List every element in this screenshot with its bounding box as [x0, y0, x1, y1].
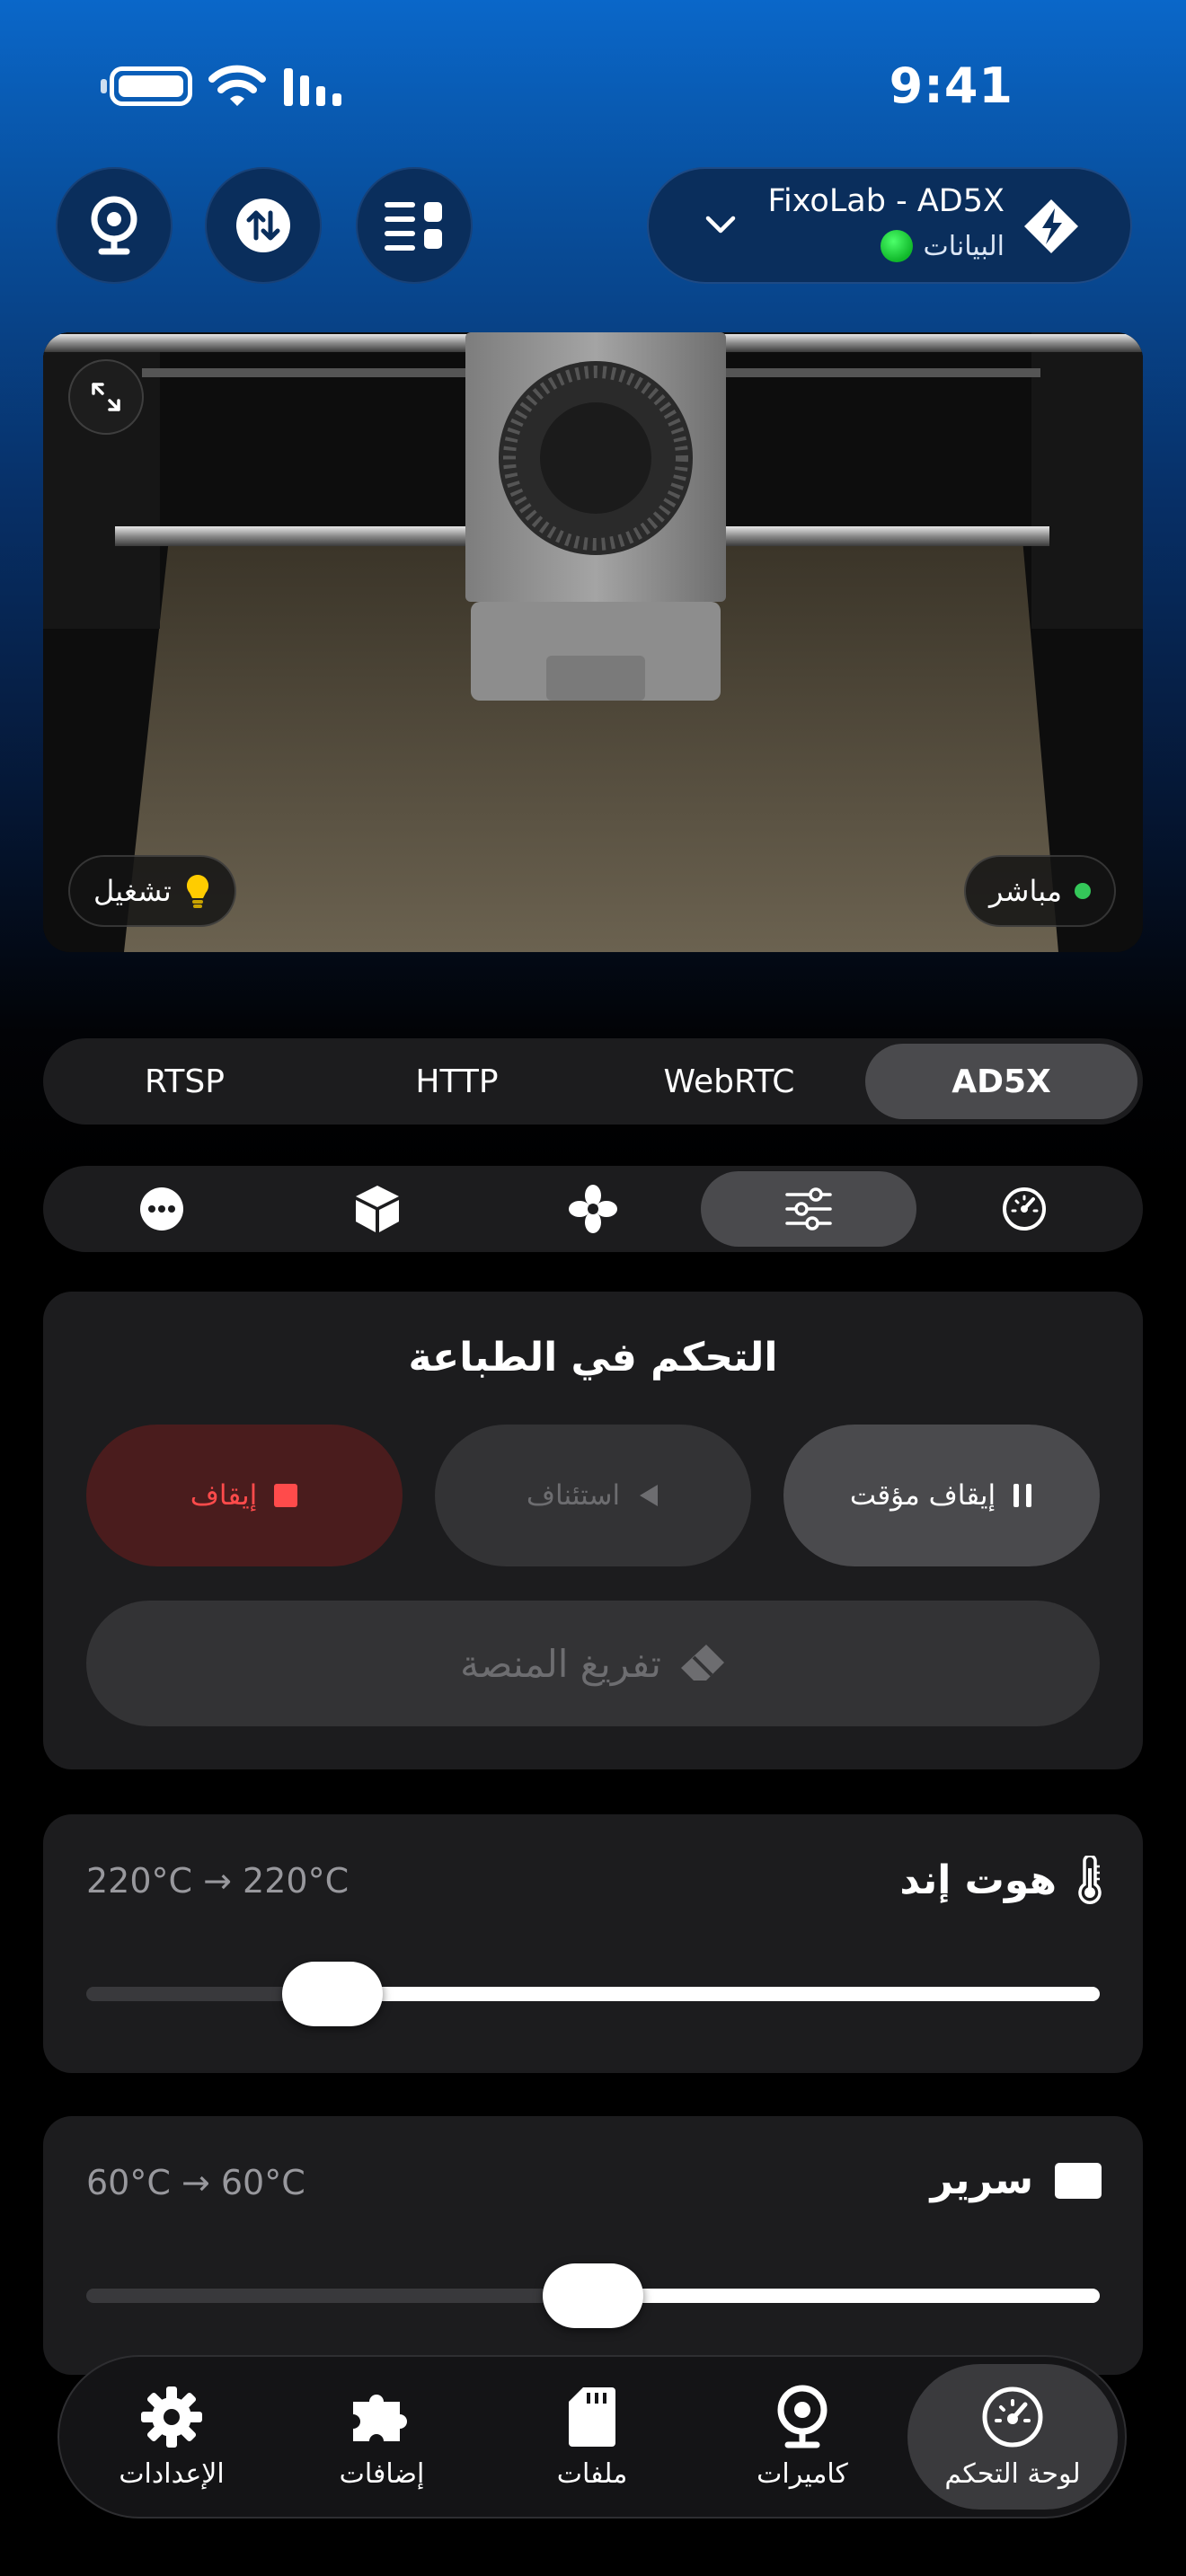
source-webrtc[interactable]: WebRTC — [593, 1044, 865, 1119]
nav-cameras-label: كاميرات — [757, 2457, 848, 2490]
webcam-button[interactable] — [56, 167, 173, 284]
nav-settings[interactable]: الإعدادات — [66, 2364, 277, 2510]
gauge-icon — [1003, 1187, 1046, 1231]
layout-button[interactable] — [356, 167, 473, 284]
source-http[interactable]: HTTP — [321, 1044, 593, 1119]
bed-value: 60°C → 60°C — [86, 2163, 305, 2202]
source-rtsp[interactable]: RTSP — [49, 1044, 321, 1119]
live-badge: مباشر — [963, 855, 1116, 927]
tab-gauge[interactable] — [916, 1171, 1132, 1247]
bed-icon — [1055, 2162, 1102, 2199]
nav-files-label: ملفات — [556, 2457, 628, 2490]
sd-card-icon — [569, 2386, 615, 2447]
more-icon — [140, 1187, 183, 1231]
print-control-card: التحكم في الطباعة إيقاف مؤقت استئناف إيق… — [43, 1292, 1143, 1769]
expand-icon — [92, 383, 120, 411]
box-icon — [356, 1186, 399, 1232]
hotend-value: 220°C → 220°C — [86, 1861, 350, 1901]
source-ad5x[interactable]: AD5X — [865, 1044, 1137, 1119]
bed-slider-fill — [593, 2289, 1100, 2303]
stop-label: إيقاف — [190, 1479, 258, 1512]
live-label: مباشر — [988, 874, 1062, 908]
puzzle-icon — [353, 2394, 407, 2441]
cellular-signal-icon — [284, 68, 341, 106]
pause-button[interactable]: إيقاف مؤقت — [783, 1425, 1100, 1566]
hotend-title: هوت إند — [899, 1856, 1103, 1904]
sliders-icon — [785, 1187, 832, 1231]
hotend-slider-thumb[interactable] — [282, 1962, 384, 2026]
printer-status: البيانات — [880, 230, 1005, 262]
battery-nub — [101, 79, 107, 93]
bed-slider[interactable] — [86, 2263, 1100, 2328]
light-label: تشغيل — [93, 874, 172, 908]
fan-icon — [569, 1185, 617, 1233]
gear-icon — [141, 2386, 202, 2448]
printer-status-label: البيانات — [923, 230, 1005, 262]
wifi-icon — [208, 65, 266, 106]
pause-label: إيقاف مؤقت — [849, 1479, 996, 1512]
eraser-icon — [680, 1645, 724, 1681]
clear-bed-label: تفريغ المنصة — [460, 1641, 661, 1686]
status-dot — [880, 230, 913, 262]
printer-name: FixoLab - AD5X — [767, 183, 1005, 219]
transfer-button[interactable] — [205, 167, 322, 284]
resume-label: استئناف — [526, 1479, 621, 1512]
webcam-icon — [777, 2385, 828, 2448]
stop-icon — [274, 1484, 298, 1507]
transfer-icon — [236, 198, 290, 252]
status-time: 9:41 — [889, 57, 1013, 114]
bed-label: سرير — [930, 2157, 1033, 2203]
camera-feed[interactable]: مباشر تشغيل — [43, 332, 1143, 952]
thermometer-icon — [1078, 1856, 1102, 1904]
chevron-down-icon — [705, 216, 736, 234]
live-dot — [1075, 883, 1091, 899]
clear-bed-button[interactable]: تفريغ المنصة — [86, 1601, 1100, 1726]
bed-title: سرير — [930, 2157, 1103, 2203]
printer-selector[interactable]: FixoLab - AD5X البيانات — [647, 167, 1132, 284]
gauge-icon — [982, 2386, 1043, 2447]
pause-icon — [1013, 1484, 1032, 1507]
bed-slider-thumb[interactable] — [543, 2263, 643, 2328]
fullscreen-button[interactable] — [68, 359, 144, 435]
tab-filament[interactable] — [270, 1171, 485, 1247]
control-tabs — [43, 1166, 1143, 1252]
light-toggle[interactable]: تشغيل — [68, 855, 236, 927]
hotend-label: هوت إند — [899, 1857, 1057, 1903]
nav-settings-label: الإعدادات — [119, 2457, 225, 2490]
camera-source-selector: AD5X WebRTC HTTP RTSP — [43, 1038, 1143, 1125]
nav-files[interactable]: ملفات — [487, 2364, 697, 2510]
resume-button[interactable]: استئناف — [435, 1425, 751, 1566]
nav-dashboard[interactable]: لوحة التحكم — [907, 2364, 1118, 2510]
lightbulb-icon — [186, 874, 208, 908]
nav-dashboard-label: لوحة التحكم — [944, 2457, 1081, 2490]
nav-plugins[interactable]: إضافات — [277, 2364, 487, 2510]
print-control-title: التحكم في الطباعة — [408, 1335, 778, 1381]
bottom-navigation: لوحة التحكم كاميرات ملفات إضافات الإعداد… — [58, 2355, 1127, 2519]
nav-plugins-label: إضافات — [339, 2457, 425, 2490]
flashforge-logo-icon — [1024, 199, 1078, 253]
tab-controls[interactable] — [701, 1171, 916, 1247]
battery-icon — [110, 66, 192, 106]
hotend-card: هوت إند 220°C → 220°C — [43, 1814, 1143, 2073]
tab-more[interactable] — [54, 1171, 270, 1247]
stop-button[interactable]: إيقاف — [86, 1425, 403, 1566]
hotend-slider-fill — [332, 1987, 1100, 2001]
hotend-slider[interactable] — [86, 1962, 1100, 2026]
nav-cameras[interactable]: كاميرات — [697, 2364, 907, 2510]
play-icon — [640, 1485, 659, 1506]
tab-fan[interactable] — [485, 1171, 701, 1247]
dashboard-layout-icon — [385, 202, 442, 251]
webcam-icon — [91, 196, 137, 255]
bed-card: سرير 60°C → 60°C — [43, 2116, 1143, 2375]
status-bar: 9:41 — [0, 0, 1186, 171]
